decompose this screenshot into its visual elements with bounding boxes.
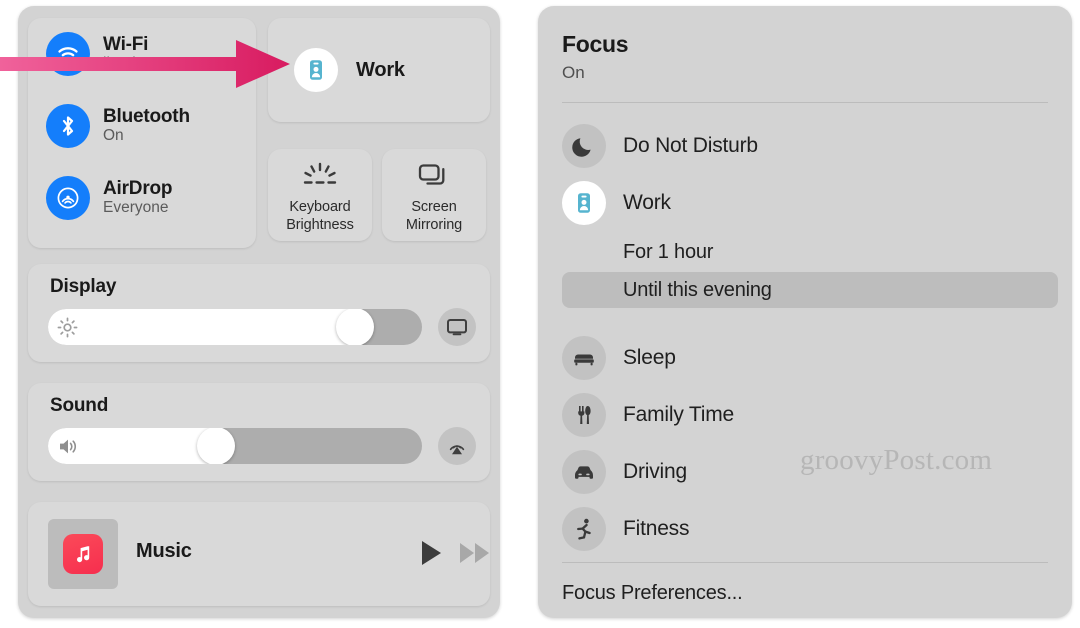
music-album-art bbox=[48, 519, 118, 589]
focus-mode-work[interactable]: Work bbox=[558, 181, 1054, 225]
bluetooth-title: Bluetooth bbox=[103, 105, 190, 127]
fork-knife-icon bbox=[562, 393, 606, 437]
keyboard-brightness-tile[interactable]: Keyboard Brightness bbox=[268, 149, 372, 241]
divider-bottom bbox=[562, 562, 1048, 563]
screen-mirroring-icon bbox=[416, 158, 452, 194]
speaker-volume-icon bbox=[57, 436, 81, 462]
display-tile: Display bbox=[28, 264, 490, 362]
work-duration-label: Until this evening bbox=[623, 278, 772, 301]
focus-mode-fitness[interactable]: Fitness bbox=[558, 507, 1054, 551]
moon-icon bbox=[562, 124, 606, 168]
apple-music-icon bbox=[63, 534, 103, 574]
focus-mode-label: Fitness bbox=[623, 517, 690, 540]
sound-volume-slider[interactable] bbox=[48, 428, 422, 464]
music-label: Music bbox=[136, 540, 192, 562]
work-duration-label: For 1 hour bbox=[623, 240, 714, 263]
work-duration-for-1-hour[interactable]: For 1 hour bbox=[562, 234, 1058, 270]
focus-work-tile[interactable]: Work bbox=[268, 18, 490, 122]
running-icon bbox=[562, 507, 606, 551]
divider-top bbox=[562, 102, 1048, 103]
focus-mode-sleep[interactable]: Sleep bbox=[558, 336, 1054, 380]
focus-mode-label: Family Time bbox=[623, 403, 734, 426]
bed-icon bbox=[562, 336, 606, 380]
connectivity-row-bluetooth[interactable]: Bluetooth On bbox=[46, 104, 190, 148]
connectivity-row-airdrop[interactable]: AirDrop Everyone bbox=[46, 176, 173, 220]
work-duration-until-this-evening[interactable]: Until this evening bbox=[562, 272, 1058, 308]
focus-panel-state: On bbox=[562, 63, 585, 82]
keyboard-brightness-icon bbox=[300, 158, 340, 194]
focus-mode-label: Do Not Disturb bbox=[623, 134, 758, 157]
mirror-line1: Screen bbox=[411, 199, 457, 216]
airdrop-subtitle: Everyone bbox=[103, 199, 169, 217]
screenshot-root: Wi-Fi lion-luma Bluetooth On bbox=[0, 0, 1080, 628]
focus-preferences-link[interactable]: Focus Preferences... bbox=[562, 582, 743, 605]
screen-mirroring-label: Screen Mirroring bbox=[406, 199, 462, 233]
display-slider-knob[interactable] bbox=[335, 309, 374, 345]
focus-popover-panel: Focus On Do Not Disturb Work For 1 hour … bbox=[538, 6, 1072, 618]
car-icon bbox=[562, 450, 606, 494]
display-monitor-icon[interactable] bbox=[438, 308, 476, 346]
display-heading: Display bbox=[50, 276, 117, 297]
pink-arrow-annotation bbox=[0, 40, 290, 88]
sound-slider-knob[interactable] bbox=[197, 428, 236, 464]
focus-mode-label: Driving bbox=[623, 460, 687, 483]
focus-work-tile-label: Work bbox=[356, 58, 405, 81]
kb-line2: Brightness bbox=[286, 216, 354, 233]
screen-mirroring-tile[interactable]: Screen Mirroring bbox=[382, 149, 486, 241]
work-badge-icon bbox=[562, 181, 606, 225]
airplay-audio-icon[interactable] bbox=[438, 427, 476, 465]
display-brightness-slider[interactable] bbox=[48, 309, 422, 345]
sound-heading: Sound bbox=[50, 395, 109, 416]
kb-line1: Keyboard bbox=[289, 199, 351, 216]
control-center-panel: Wi-Fi lion-luma Bluetooth On bbox=[18, 6, 500, 618]
focus-mode-label: Work bbox=[623, 191, 671, 214]
focus-mode-label: Sleep bbox=[623, 346, 676, 369]
sound-tile: Sound bbox=[28, 383, 490, 481]
focus-mode-family-time[interactable]: Family Time bbox=[558, 393, 1054, 437]
focus-panel-title: Focus bbox=[562, 31, 629, 57]
mirror-line2: Mirroring bbox=[405, 216, 463, 233]
work-badge-icon bbox=[294, 48, 338, 92]
display-slider-fill bbox=[48, 309, 355, 345]
airdrop-icon bbox=[46, 176, 90, 220]
airdrop-title: AirDrop bbox=[103, 177, 173, 199]
fast-forward-icon[interactable] bbox=[458, 540, 492, 571]
music-tile: Music bbox=[28, 502, 490, 606]
keyboard-brightness-label: Keyboard Brightness bbox=[286, 199, 354, 233]
focus-mode-do-not-disturb[interactable]: Do Not Disturb bbox=[558, 124, 1054, 168]
brightness-sun-icon bbox=[57, 317, 78, 343]
bluetooth-icon bbox=[46, 104, 90, 148]
watermark: groovyPost.com bbox=[800, 444, 993, 476]
play-icon[interactable] bbox=[418, 538, 444, 573]
bluetooth-subtitle: On bbox=[103, 127, 124, 145]
